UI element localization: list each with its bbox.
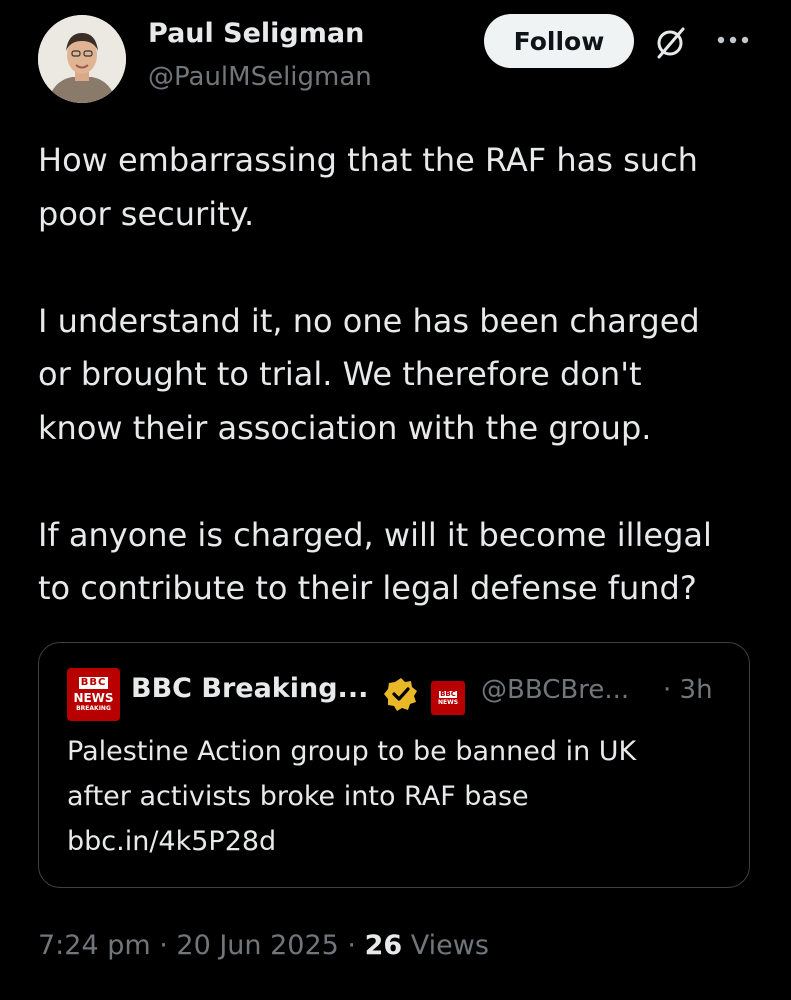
- author-name[interactable]: Paul Seligman: [148, 18, 364, 49]
- author-handle[interactable]: @PaulMSeligman: [148, 62, 372, 92]
- avatar-image: [38, 15, 126, 103]
- meta-separator: ·: [150, 930, 177, 961]
- bbc-logo-line3: BREAKING: [76, 705, 111, 712]
- quoted-author-name[interactable]: BBC Breaking...: [131, 673, 368, 704]
- author-avatar[interactable]: [38, 15, 126, 103]
- views-label: Views: [410, 930, 489, 961]
- tweet-meta: 7:24 pm · 20 Jun 2025 · 26 Views: [38, 930, 489, 961]
- affiliate-badge-line1: BBC: [439, 689, 457, 698]
- meta-separator: ·: [338, 930, 365, 961]
- bbc-logo-line1: BBC: [78, 677, 109, 689]
- bbc-news-avatar[interactable]: BBC NEWS BREAKING: [67, 668, 120, 721]
- quoted-tweet-text: Palestine Action group to be banned in U…: [67, 736, 637, 857]
- verified-badge-icon: [384, 678, 417, 711]
- more-icon[interactable]: [713, 28, 753, 52]
- bbc-logo-line2: NEWS: [73, 691, 114, 705]
- follow-button[interactable]: Follow: [484, 14, 634, 68]
- quoted-tweet-card[interactable]: BBC NEWS BREAKING BBC Breaking... BBC NE…: [38, 642, 750, 888]
- affiliate-badge-line2: NEWS: [437, 698, 459, 706]
- tweet-text: How embarrassing that the RAF has such p…: [38, 141, 712, 607]
- affiliate-badge: BBC NEWS: [431, 681, 465, 715]
- quoted-author-handle[interactable]: @BBCBre...: [481, 675, 629, 705]
- views-count: 26: [364, 930, 403, 961]
- grok-icon[interactable]: [650, 22, 690, 62]
- post-date[interactable]: 20 Jun 2025: [176, 930, 338, 961]
- quoted-timestamp[interactable]: · 3h: [663, 675, 713, 705]
- post-time[interactable]: 7:24 pm: [38, 930, 151, 961]
